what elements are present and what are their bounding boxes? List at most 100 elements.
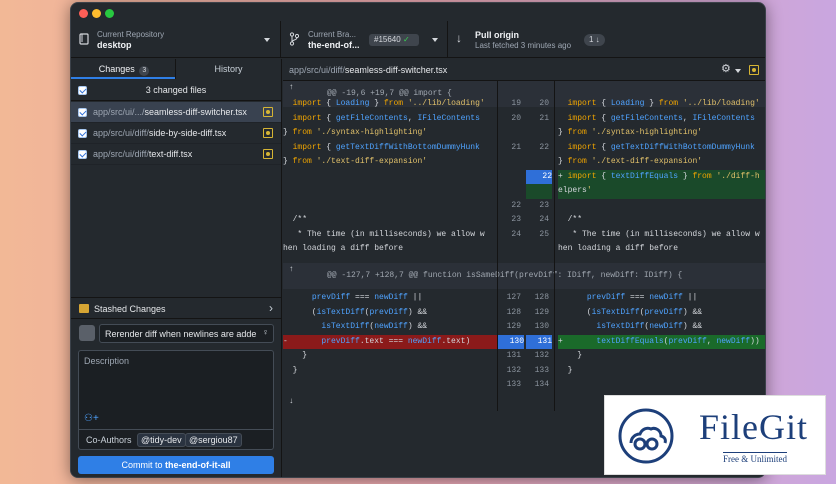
- current-repository-button[interactable]: Current Repository desktop: [71, 21, 281, 58]
- left-line-number[interactable]: 20: [501, 112, 521, 127]
- left-line-number[interactable]: 23: [501, 213, 521, 228]
- right-line-number[interactable]: 133: [529, 364, 549, 379]
- expand-down-icon[interactable]: ↓: [289, 395, 294, 410]
- toolbar: Current Repository desktop Current Bra..…: [71, 21, 765, 58]
- right-code: isTextDiff(newDiff) &&: [596, 322, 703, 331]
- stash-icon: [79, 304, 89, 313]
- file-checkbox[interactable]: [78, 129, 87, 138]
- left-line-number[interactable]: 132: [501, 364, 521, 379]
- right-line-number[interactable]: [526, 184, 552, 199]
- right-code: }: [558, 351, 583, 360]
- gear-icon[interactable]: ⚙: [721, 62, 731, 75]
- right-line-number[interactable]: 134: [529, 378, 549, 393]
- left-line-number[interactable]: 19: [501, 97, 521, 112]
- left-line-number[interactable]: 128: [501, 306, 521, 321]
- pull-origin-button[interactable]: ↓ Pull origin Last fetched 3 minutes ago…: [448, 21, 618, 58]
- diff-file-path: app/src/ui/diff/seamless-diff-switcher.t…: [289, 65, 448, 75]
- diff-row: * The time (in milliseconds) we allow w 2…: [283, 228, 765, 243]
- repo-name: desktop: [97, 40, 132, 50]
- minimize-window-button[interactable]: [92, 9, 101, 18]
- diff-row: import { getTextDiffWithBottomDummyHunk 2…: [283, 141, 765, 156]
- branch-name: the-end-of...: [308, 40, 360, 50]
- changed-files-count: 3 changed files: [145, 85, 207, 95]
- tab-history[interactable]: History: [175, 59, 281, 79]
- left-line-number[interactable]: 133: [501, 378, 521, 393]
- left-line-number[interactable]: 127: [501, 291, 521, 306]
- right-line-number[interactable]: 22: [526, 169, 552, 184]
- file-row[interactable]: app/src/ui/diff/side-by-side-diff.tsx: [71, 123, 281, 144]
- diff-row: 22 + import { textDiffEquals } from './di…: [283, 169, 765, 184]
- filegit-logo: [618, 408, 674, 464]
- expand-hunk-icon[interactable]: ↑: [289, 263, 294, 276]
- left-line-number[interactable]: 129: [501, 320, 521, 335]
- right-line-number[interactable]: 129: [529, 306, 549, 321]
- divider: [79, 429, 273, 430]
- diff-row: } from './syntax-highlighting'} from './…: [283, 126, 765, 141]
- left-code: import { getTextDiffWithBottomDummyHunk: [292, 142, 480, 152]
- left-line-number[interactable]: 130: [498, 334, 524, 349]
- changes-count-badge: 3: [139, 66, 150, 76]
- file-checkbox[interactable]: [78, 150, 87, 159]
- expand-hunk-icon[interactable]: ↑: [289, 81, 294, 94]
- coauthor-token[interactable]: @sergiou87: [185, 433, 242, 447]
- diff-row: import { Loading } from '../lib/loading'…: [283, 97, 765, 112]
- right-line-number[interactable]: 20: [529, 97, 549, 112]
- right-line-number[interactable]: 130: [529, 320, 549, 335]
- file-checkbox[interactable]: [78, 108, 87, 117]
- right-line-number[interactable]: 22: [529, 141, 549, 156]
- chevron-down-icon: [264, 38, 270, 42]
- pull-count-badge: 1 ↓: [584, 34, 605, 46]
- left-code: import { Loading } from '../lib/loading': [292, 99, 485, 108]
- left-code: isTextDiff(newDiff) &&: [321, 322, 428, 331]
- coauthors-label: Co-Authors: [86, 435, 132, 445]
- current-branch-button[interactable]: Current Bra... the-end-of... #15640 ✓: [281, 21, 448, 58]
- diff-row: import { getFileContents, IFileContents 2…: [283, 112, 765, 127]
- right-code: hen loading a diff before: [558, 244, 679, 253]
- pull-title: Pull origin: [475, 30, 519, 40]
- file-name: app/src/ui/diff/side-by-side-diff.tsx: [93, 128, 227, 138]
- stashed-changes-row[interactable]: Stashed Changes ›: [71, 297, 281, 319]
- diff-row: hen loading a diff before hen loading a d…: [283, 242, 765, 257]
- left-line-number[interactable]: 24: [501, 228, 521, 243]
- right-code: import { getFileContents, IFileContents: [567, 113, 755, 123]
- pull-subtitle: Last fetched 3 minutes ago: [475, 41, 572, 50]
- modified-icon: [263, 149, 273, 159]
- diff-row: elpers': [283, 184, 765, 199]
- left-line-number[interactable]: 22: [501, 199, 521, 214]
- right-code: } from './syntax-highlighting': [558, 128, 703, 137]
- stashed-changes-label: Stashed Changes: [94, 304, 166, 314]
- diff-header: app/src/ui/diff/seamless-diff-switcher.t…: [283, 59, 765, 81]
- brand-name: FileGit: [699, 407, 809, 447]
- commit-button[interactable]: Commit to the-end-of-it-all: [78, 456, 274, 474]
- add-coauthor-icon[interactable]: ⚇+: [84, 413, 99, 424]
- left-line-number[interactable]: 21: [501, 141, 521, 156]
- right-code: + textDiffEquals(prevDiff, newDiff)): [558, 334, 765, 349]
- right-code: /**: [558, 215, 583, 224]
- file-row[interactable]: app/src/ui/.../seamless-diff-switcher.ts…: [71, 102, 281, 123]
- coauthor-token[interactable]: @tidy-dev: [137, 433, 186, 447]
- right-line-number[interactable]: 21: [529, 112, 549, 127]
- filegit-watermark: FileGit Free & Unlimited: [604, 395, 826, 475]
- arrow-down-icon: ↓: [456, 31, 462, 45]
- right-line-number[interactable]: 132: [529, 349, 549, 364]
- left-code: (isTextDiff(prevDiff) &&: [283, 307, 428, 317]
- right-line-number[interactable]: 131: [526, 334, 552, 349]
- commit-description-input[interactable]: Description ⚇+ Co-Authors @tidy-dev @ser…: [78, 350, 274, 450]
- right-code: } from './text-diff-expansion': [558, 157, 703, 166]
- diff-row: 133 134: [283, 378, 765, 393]
- brand-tagline: Free & Unlimited: [723, 452, 787, 464]
- hunk-header-text: @@ -127,7 +128,7 @@ function isSameDiff(…: [327, 271, 683, 280]
- left-line-number[interactable]: 131: [501, 349, 521, 364]
- branch-label: Current Bra...: [308, 30, 357, 39]
- tab-changes[interactable]: Changes 3: [71, 59, 175, 79]
- right-line-number[interactable]: 25: [529, 228, 549, 243]
- file-name: app/src/ui/.../seamless-diff-switcher.ts…: [93, 107, 247, 117]
- file-row[interactable]: app/src/ui/diff/text-diff.tsx: [71, 144, 281, 165]
- left-code: prevDiff === newDiff ||: [311, 293, 423, 302]
- commit-summary-input[interactable]: Rerender diff when newlines are adde ♀: [99, 324, 274, 343]
- right-line-number[interactable]: 128: [529, 291, 549, 306]
- right-line-number[interactable]: 24: [529, 213, 549, 228]
- close-window-button[interactable]: [79, 9, 88, 18]
- zoom-window-button[interactable]: [105, 9, 114, 18]
- right-line-number[interactable]: 23: [529, 199, 549, 214]
